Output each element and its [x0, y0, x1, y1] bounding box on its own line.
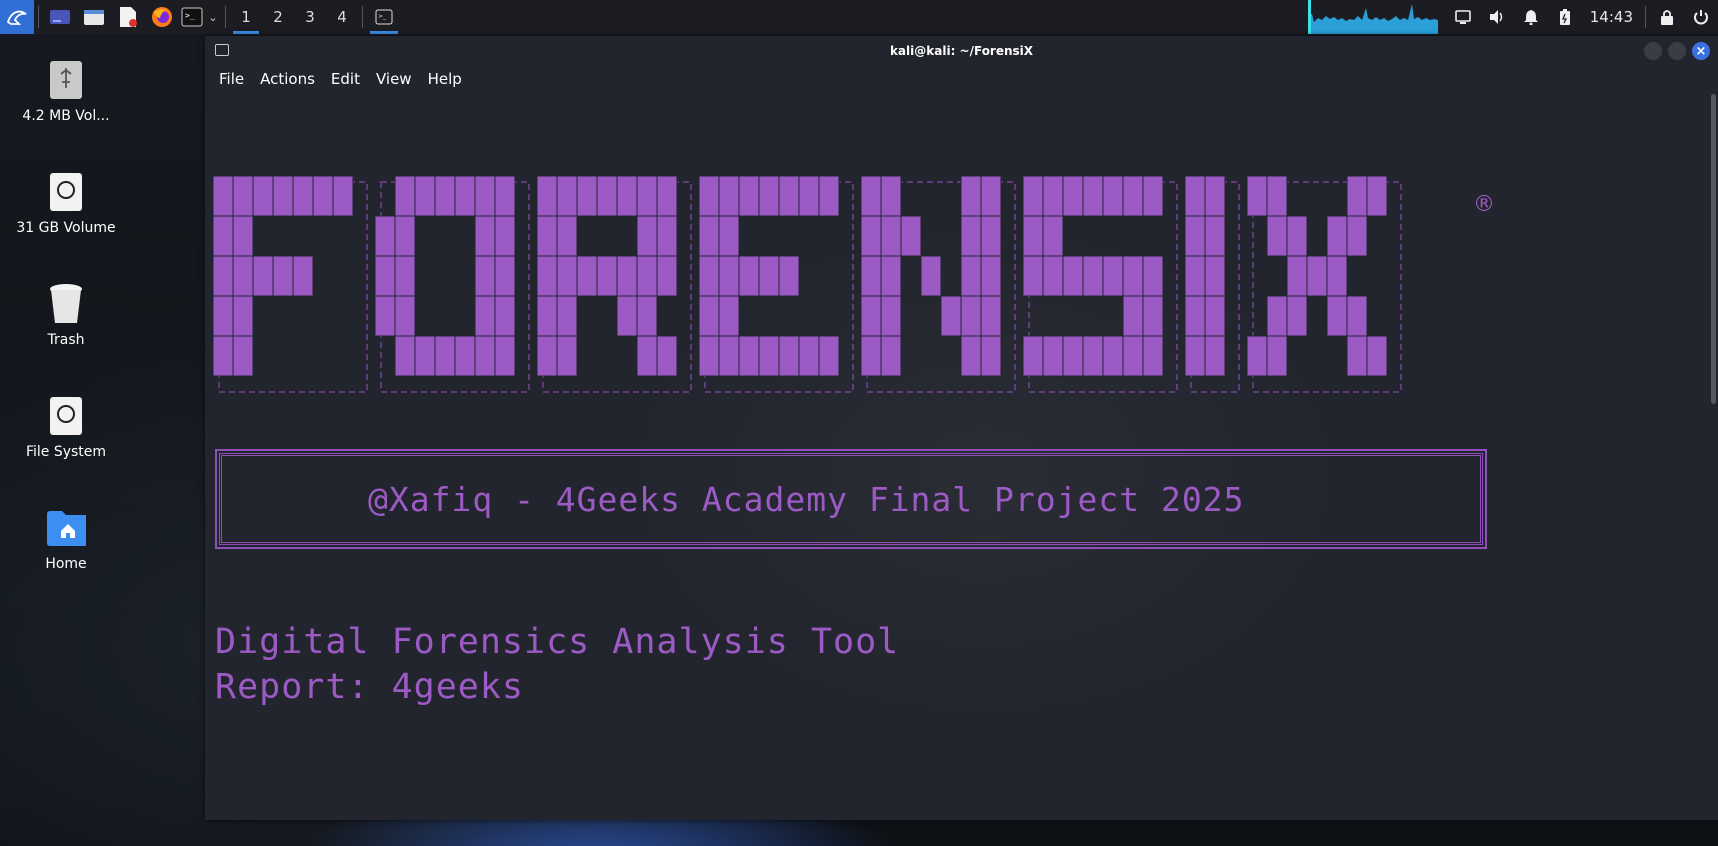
- logo-letter: [536, 176, 692, 393]
- panel-separator: [38, 6, 39, 28]
- text-editor-icon[interactable]: [111, 0, 145, 34]
- panel-separator: [225, 6, 226, 28]
- logo-letter: [698, 176, 854, 393]
- svg-text:>_: >_: [378, 13, 387, 20]
- svg-text:>_: >_: [185, 11, 195, 20]
- kali-menu-icon[interactable]: [0, 0, 34, 34]
- maximize-button[interactable]: [1668, 42, 1686, 60]
- menu-edit[interactable]: Edit: [331, 70, 360, 88]
- system-tray: 14:43: [1307, 0, 1718, 34]
- firefox-icon[interactable]: [145, 0, 179, 34]
- battery-icon[interactable]: [1548, 0, 1582, 34]
- credits-text: @Xafiq - 4Geeks Academy Final Project 20…: [368, 479, 1245, 519]
- desktop-icon-home[interactable]: Home: [0, 508, 132, 572]
- logo-letter: [1246, 176, 1402, 393]
- workspace-4[interactable]: 4: [326, 0, 358, 34]
- notification-icon[interactable]: [1514, 0, 1548, 34]
- desktop-icon-label: Home: [45, 556, 87, 572]
- volume-icon[interactable]: [1480, 0, 1514, 34]
- top-panel: >_ ⌄ 1 2 3 4 >_ 14:43: [0, 0, 1718, 34]
- panel-separator: [362, 6, 363, 28]
- ascii-logo: [213, 176, 1402, 393]
- desktop-icon-label: 4.2 MB Vol...: [22, 108, 110, 124]
- logo-letter: [1022, 176, 1178, 393]
- chevron-down-icon[interactable]: ⌄: [205, 0, 221, 34]
- menu-actions[interactable]: Actions: [260, 70, 315, 88]
- clock[interactable]: 14:43: [1582, 8, 1641, 26]
- scrollbar[interactable]: [1711, 94, 1716, 404]
- window-title: kali@kali: ~/ForensiX: [889, 44, 1034, 58]
- terminal-titlebar[interactable]: kali@kali: ~/ForensiX ×: [205, 36, 1718, 66]
- desktop-icon-file-system[interactable]: File System: [0, 396, 132, 460]
- logo-letter: [1184, 176, 1240, 393]
- display-icon[interactable]: [1446, 0, 1480, 34]
- menu-view[interactable]: View: [376, 70, 412, 88]
- desktop-icon-usb-volume[interactable]: 4.2 MB Vol...: [0, 60, 132, 124]
- power-icon[interactable]: [1684, 0, 1718, 34]
- workspace-2[interactable]: 2: [262, 0, 294, 34]
- terminal-window[interactable]: kali@kali: ~/ForensiX × File Actions Edi…: [205, 36, 1718, 820]
- home-folder-icon: [46, 508, 86, 548]
- desktop-icon-31gb-volume[interactable]: 31 GB Volume: [0, 172, 132, 236]
- menu-help[interactable]: Help: [428, 70, 462, 88]
- workspace-3[interactable]: 3: [294, 0, 326, 34]
- usb-drive-icon: [46, 60, 86, 100]
- logo-letter: [860, 176, 1016, 393]
- minimize-button[interactable]: [1644, 42, 1662, 60]
- show-desktop-icon[interactable]: [43, 0, 77, 34]
- registered-mark: ®: [1473, 192, 1495, 217]
- hard-disk-icon: [46, 396, 86, 436]
- terminal-menubar: File Actions Edit View Help: [205, 66, 1718, 92]
- logo-letter: [213, 176, 368, 393]
- tool-description: Digital Forensics Analysis Tool: [215, 622, 900, 662]
- logo-letter: [374, 176, 530, 393]
- desktop-icon-label: File System: [25, 444, 107, 460]
- hard-disk-icon: [46, 172, 86, 212]
- terminal-icon: [215, 44, 229, 56]
- menu-file[interactable]: File: [219, 70, 244, 88]
- credits-banner: @Xafiq - 4Geeks Academy Final Project 20…: [215, 449, 1487, 549]
- desktop-icon-label: 31 GB Volume: [16, 220, 116, 236]
- close-button[interactable]: ×: [1692, 42, 1710, 60]
- workspace-1[interactable]: 1: [230, 0, 262, 34]
- file-manager-icon[interactable]: [77, 0, 111, 34]
- taskbar-terminal-window[interactable]: >_: [367, 0, 401, 34]
- terminal-icon[interactable]: >_: [179, 0, 205, 34]
- terminal-content[interactable]: ® @Xafiq - 4Geeks Academy Final Project …: [205, 92, 1710, 820]
- report-name: Report: 4geeks: [215, 667, 525, 707]
- desktop-icon-trash[interactable]: Trash: [0, 284, 132, 348]
- desktop-icon-label: Trash: [47, 332, 85, 348]
- panel-separator: [1645, 6, 1646, 28]
- cpu-graph: [1307, 0, 1438, 34]
- lock-icon[interactable]: [1650, 0, 1684, 34]
- trash-icon: [46, 284, 86, 324]
